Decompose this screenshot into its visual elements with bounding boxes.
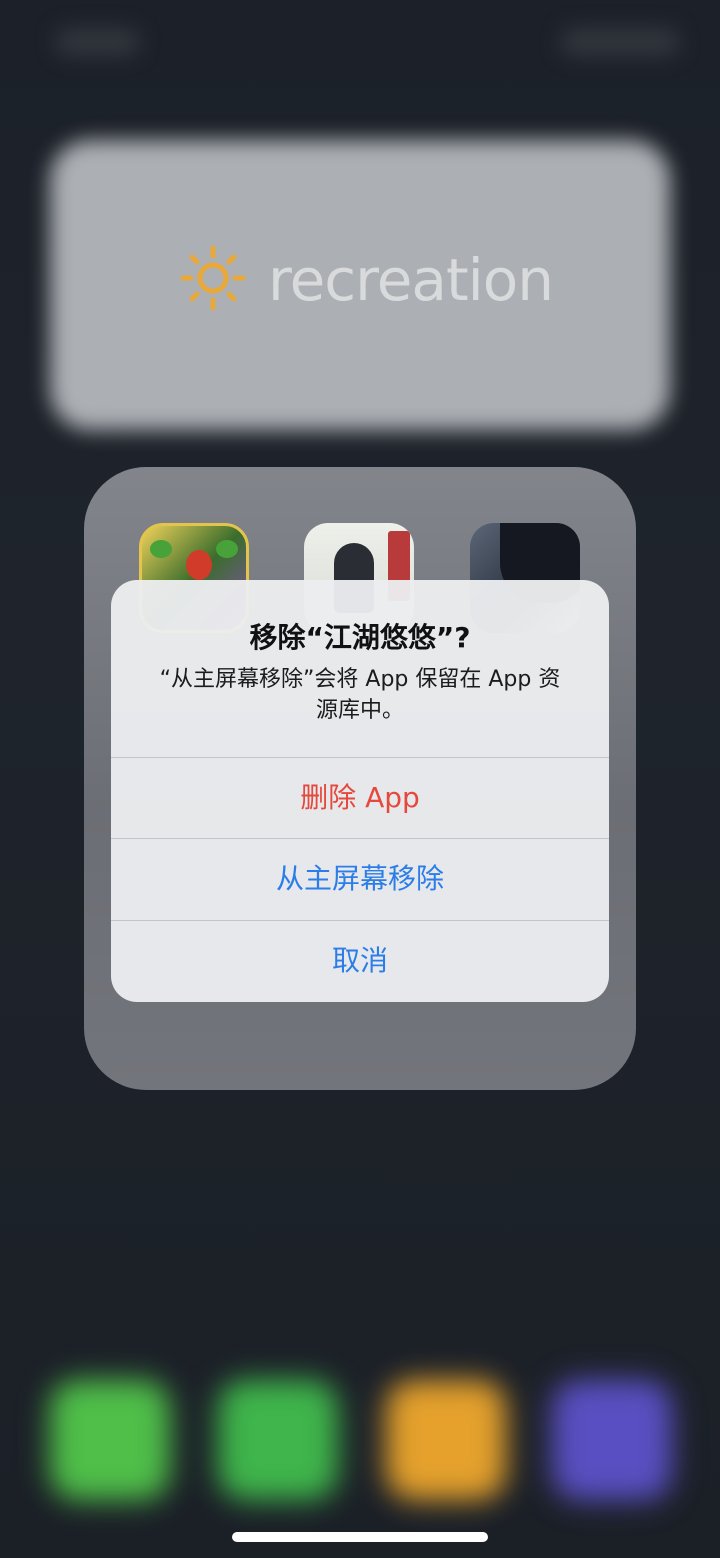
sun-icon [180,245,246,311]
remove-from-home-button[interactable]: 从主屏幕移除 [111,839,609,919]
home-screen: recreation 移除“江湖悠悠”? “从主屏幕移除”会将 App 保留在 … [0,0,720,1558]
home-indicator[interactable] [232,1532,488,1542]
frog-shape [216,540,238,558]
dock-messages-icon [50,1380,170,1500]
cancel-button[interactable]: 取消 [111,921,609,1001]
dock-app-icon [552,1380,672,1500]
ball-shape [186,550,212,580]
alert-title: 移除“江湖悠悠”? [249,621,471,654]
dock-app-icon [386,1380,506,1500]
remove-app-alert: 移除“江湖悠悠”? “从主屏幕移除”会将 App 保留在 App 资源库中。 删… [111,580,609,1002]
alert-message: “从主屏幕移除”会将 App 保留在 App 资源库中。 [159,667,561,723]
delete-app-button[interactable]: 删除 App [111,758,609,838]
status-bar-time [55,28,140,56]
status-bar-indicators [560,28,680,56]
frog-shape [150,540,172,558]
widget-label: recreation [268,246,554,314]
dock-phone-icon [218,1380,338,1500]
